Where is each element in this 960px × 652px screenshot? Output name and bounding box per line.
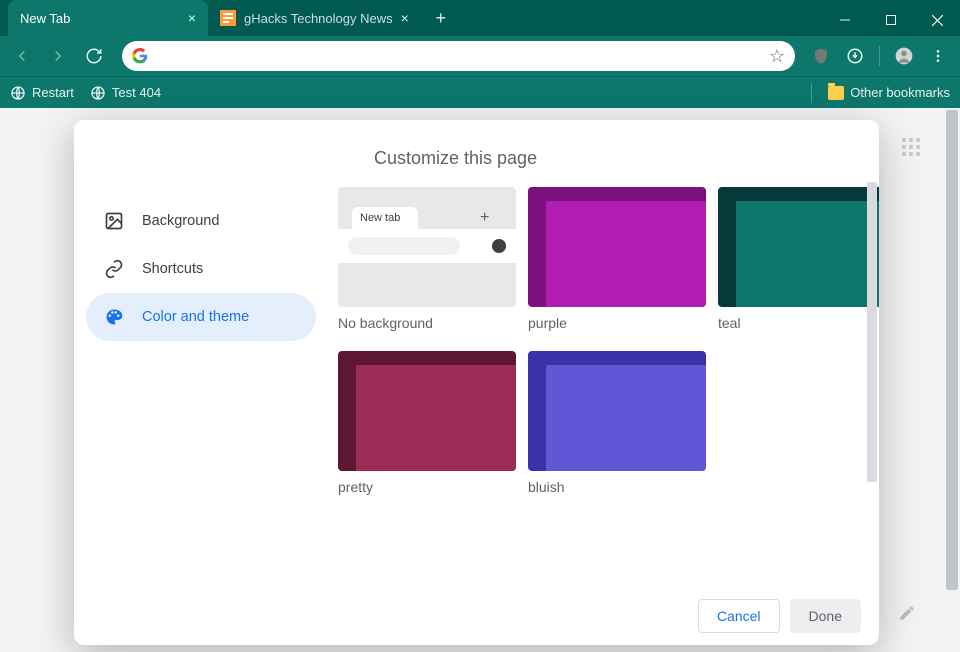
separator	[879, 46, 880, 66]
bookmark-label: Restart	[32, 85, 74, 100]
bookmark-restart[interactable]: Restart	[10, 85, 74, 101]
globe-icon	[90, 85, 106, 101]
close-icon[interactable]: ×	[188, 10, 196, 26]
theme-label: bluish	[528, 479, 706, 497]
content-area: Customize this page Background Shortcuts…	[0, 108, 960, 652]
theme-preview	[338, 351, 516, 471]
theme-purple[interactable]: purple	[528, 187, 706, 333]
window-controls	[822, 4, 960, 36]
avatar-icon	[492, 239, 506, 253]
theme-options: New tab + No background	[326, 187, 879, 585]
image-icon	[104, 211, 124, 231]
reload-button[interactable]	[78, 40, 110, 72]
theme-preview	[528, 351, 706, 471]
nav-label: Shortcuts	[142, 261, 203, 277]
theme-preview: New tab +	[338, 187, 516, 307]
separator	[811, 83, 812, 103]
bookmark-test-404[interactable]: Test 404	[90, 85, 161, 101]
tab-title: gHacks Technology News	[244, 11, 393, 26]
forward-button[interactable]	[42, 40, 74, 72]
dialog-title: Customize this page	[74, 120, 879, 169]
apps-grid-icon[interactable]	[902, 138, 924, 160]
tab-ghacks[interactable]: gHacks Technology News ×	[208, 0, 421, 36]
close-icon[interactable]: ×	[401, 10, 409, 26]
extension-icons	[807, 42, 954, 70]
customize-fab[interactable]	[890, 596, 924, 630]
theme-pretty[interactable]: pretty	[338, 351, 516, 497]
theme-teal[interactable]: teal	[718, 187, 879, 333]
dialog-sidenav: Background Shortcuts Color and theme	[74, 187, 326, 585]
cancel-button[interactable]: Cancel	[698, 599, 780, 633]
add-tab-button[interactable]: +	[427, 4, 455, 32]
theme-label: teal	[718, 315, 879, 333]
theme-preview	[528, 187, 706, 307]
download-icon[interactable]	[841, 42, 869, 70]
theme-label: No background	[338, 315, 516, 333]
other-bookmarks-label: Other bookmarks	[850, 85, 950, 100]
tab-title: New Tab	[20, 11, 70, 26]
bookmark-label: Test 404	[112, 85, 161, 100]
nav-color-theme[interactable]: Color and theme	[86, 293, 316, 341]
page-scrollbar[interactable]	[944, 108, 960, 652]
back-button[interactable]	[6, 40, 38, 72]
theme-no-background[interactable]: New tab + No background	[338, 187, 516, 333]
nav-shortcuts[interactable]: Shortcuts	[86, 245, 316, 293]
tab-strip: New Tab × gHacks Technology News × +	[0, 0, 455, 36]
bookmarks-bar: Restart Test 404 Other bookmarks	[0, 76, 960, 108]
palette-icon	[104, 307, 124, 327]
close-window-button[interactable]	[914, 4, 960, 36]
theme-label: purple	[528, 315, 706, 333]
theme-label: pretty	[338, 479, 516, 497]
link-icon	[104, 259, 124, 279]
minimize-button[interactable]	[822, 4, 868, 36]
nav-label: Color and theme	[142, 309, 249, 325]
bookmark-star-icon[interactable]: ☆	[769, 46, 785, 67]
theme-bluish[interactable]: bluish	[528, 351, 706, 497]
maximize-button[interactable]	[868, 4, 914, 36]
preview-tab-label: New tab	[352, 207, 418, 229]
profile-avatar[interactable]	[890, 42, 918, 70]
tab-new-tab[interactable]: New Tab ×	[8, 0, 208, 36]
google-icon	[132, 48, 148, 64]
folder-icon	[828, 86, 844, 100]
site-favicon	[220, 10, 236, 26]
customize-dialog: Customize this page Background Shortcuts…	[74, 120, 879, 645]
ublock-icon[interactable]	[807, 42, 835, 70]
address-bar[interactable]: ☆	[122, 41, 795, 71]
dialog-footer: Cancel Done	[74, 585, 879, 645]
done-button[interactable]: Done	[790, 599, 861, 633]
nav-background[interactable]: Background	[86, 197, 316, 245]
plus-icon: +	[480, 209, 489, 227]
nav-label: Background	[142, 213, 219, 229]
other-bookmarks[interactable]: Other bookmarks	[811, 83, 950, 103]
window-titlebar: New Tab × gHacks Technology News × +	[0, 0, 960, 36]
browser-toolbar: ☆	[0, 36, 960, 76]
globe-icon	[10, 85, 26, 101]
dialog-scrollbar[interactable]	[865, 182, 879, 581]
theme-preview	[718, 187, 879, 307]
menu-button[interactable]	[924, 42, 952, 70]
